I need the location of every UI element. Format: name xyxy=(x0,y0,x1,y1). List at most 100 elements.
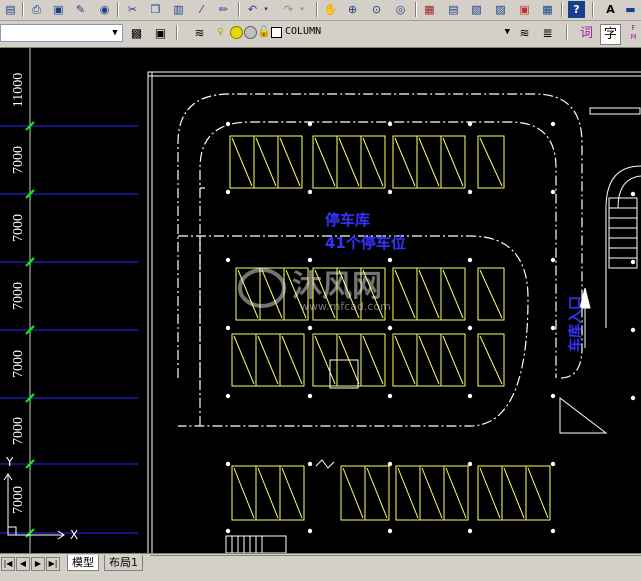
column-dot xyxy=(387,121,393,127)
publish-web-icon[interactable]: ◉ xyxy=(96,1,113,18)
sun-icon[interactable] xyxy=(230,26,243,39)
pan-icon[interactable]: ✋ xyxy=(322,1,339,18)
lightbulb-icon[interactable]: ♀ xyxy=(217,24,224,40)
column-dot xyxy=(225,393,231,399)
parking-bay-diagonal xyxy=(442,269,464,319)
copy-icon[interactable]: ❐ xyxy=(147,1,164,18)
toolbar-separator xyxy=(592,2,594,17)
markup-icon[interactable]: ▣ xyxy=(516,1,533,18)
undo-dropdown-icon[interactable]: ▾ xyxy=(262,1,270,18)
watermark-url: www.mfcad.com xyxy=(300,300,391,313)
block-editor-icon[interactable]: ✏ xyxy=(215,1,232,18)
dimension-text: 7000 xyxy=(11,350,26,378)
parking-bay-diagonal xyxy=(479,137,503,187)
zoom-previous-icon[interactable]: ◎ xyxy=(392,1,409,18)
layer-manager-icon[interactable]: ≋ xyxy=(190,24,209,43)
layer-previous-icon[interactable]: ≋ xyxy=(515,24,534,43)
prev-tab-icon[interactable]: ◀ xyxy=(16,557,30,571)
next-tab-icon[interactable]: ▶ xyxy=(31,557,45,571)
parking-bay-diagonal xyxy=(362,335,384,385)
parking-bay-diagonal xyxy=(503,467,525,519)
undo-icon[interactable]: ↶ xyxy=(244,1,261,18)
toolbar-separator xyxy=(176,25,178,40)
chevron-down-icon[interactable]: ▼ xyxy=(505,24,510,40)
column-dot xyxy=(467,325,473,331)
parking-bay-diagonal xyxy=(442,335,464,385)
redo-icon[interactable]: ↷ xyxy=(280,1,297,18)
tool-palettes-icon[interactable]: ▧ xyxy=(468,1,485,18)
toolbar-separator xyxy=(238,2,240,17)
parking-bay-diagonal xyxy=(479,269,503,319)
make-current-icon[interactable]: ▣ xyxy=(151,24,170,43)
column-dot xyxy=(630,327,636,333)
grid-lines xyxy=(0,125,138,534)
column-dot xyxy=(225,257,231,263)
field-icon[interactable]: FM xyxy=(624,24,641,43)
last-tab-icon[interactable]: ▶| xyxy=(46,557,60,571)
tab-model[interactable]: 模型 xyxy=(67,555,99,571)
calculator-icon[interactable]: ▦ xyxy=(539,1,556,18)
layer-state-icon[interactable]: ▩ xyxy=(127,24,146,43)
design-center-icon[interactable]: ▤ xyxy=(445,1,462,18)
publish-icon[interactable]: ✎ xyxy=(72,1,89,18)
column-dot xyxy=(550,257,556,263)
parking-bay-diagonal xyxy=(418,269,440,319)
print-preview-icon[interactable]: ▣ xyxy=(50,1,67,18)
parking-bay-diagonal xyxy=(418,137,440,187)
dimension-text: 11000 xyxy=(11,73,26,107)
column-dot xyxy=(550,121,556,127)
layer-color-swatch[interactable] xyxy=(271,27,282,38)
sheet-set-icon[interactable]: ▨ xyxy=(492,1,509,18)
column-dot xyxy=(550,189,556,195)
column-dot xyxy=(307,257,313,263)
column-dot xyxy=(467,461,473,467)
zoom-realtime-icon[interactable]: ⊕ xyxy=(344,1,361,18)
parking-bay-diagonal xyxy=(281,467,303,519)
column-dot xyxy=(550,325,556,331)
redo-dropdown-icon[interactable]: ▾ xyxy=(298,1,306,18)
column-dot xyxy=(387,257,393,263)
match-properties-icon[interactable]: ⁄ xyxy=(193,1,210,18)
column-dot xyxy=(307,393,313,399)
column-dot xyxy=(550,461,556,467)
column-dot xyxy=(387,189,393,195)
column-dot xyxy=(307,461,313,467)
drawing-canvas[interactable]: 11000 7000 7000 7000 7000 7000 7000 沐风网 … xyxy=(0,48,641,553)
toolbar-separator xyxy=(561,2,563,17)
parking-bay-diagonal xyxy=(442,137,464,187)
paste-icon[interactable]: ▥ xyxy=(170,1,187,18)
column-dot xyxy=(550,393,556,399)
open-icon[interactable]: ▤ xyxy=(2,1,19,18)
ucs-x-label: X xyxy=(70,528,78,542)
column-dot xyxy=(630,191,636,197)
layer-combo[interactable]: ▼ xyxy=(0,24,123,42)
word-button[interactable]: 词 xyxy=(577,24,596,43)
column-dot xyxy=(225,189,231,195)
cut-icon[interactable]: ✂ xyxy=(124,1,141,18)
column-dot xyxy=(307,189,313,195)
print-icon[interactable]: ⎙ xyxy=(28,1,45,18)
column-dot xyxy=(467,189,473,195)
lock-icon[interactable]: 🔓 xyxy=(257,24,271,40)
text-style-letter[interactable]: A xyxy=(602,1,619,18)
zoom-window-icon[interactable]: ⊙ xyxy=(368,1,385,18)
tab-layout1[interactable]: 布局1 xyxy=(104,555,143,571)
parking-bay-diagonal xyxy=(338,137,360,187)
toolbar-separator xyxy=(316,2,318,17)
text-style-icon[interactable]: ▬ xyxy=(622,1,639,18)
dimension-text: 7000 xyxy=(11,417,26,445)
properties-icon[interactable]: ▦ xyxy=(421,1,438,18)
standard-toolbar: ▤ ⎙ ▣ ✎ ◉ ✂ ❐ ▥ ⁄ ✏ ↶ ▾ ↷ ▾ ✋ ⊕ ⊙ ◎ ▦ ▤ … xyxy=(0,0,641,21)
ucs-y-label: Y xyxy=(5,455,14,469)
parking-bay-diagonal xyxy=(366,467,388,519)
layer-isolate-icon[interactable]: ≣ xyxy=(538,24,557,43)
parking-bay-diagonal xyxy=(394,137,416,187)
first-tab-icon[interactable]: |◀ xyxy=(1,557,15,571)
layer-control[interactable]: ♀ 🔓 COLUMN ▼ xyxy=(215,24,512,42)
help-icon[interactable]: ? xyxy=(568,1,585,18)
dimension-text: 7000 xyxy=(11,486,26,514)
column-dot xyxy=(387,461,393,467)
char-button[interactable]: 字 xyxy=(600,24,621,45)
parking-bay-diagonal xyxy=(527,467,549,519)
viewport-freeze-icon[interactable] xyxy=(244,26,257,39)
